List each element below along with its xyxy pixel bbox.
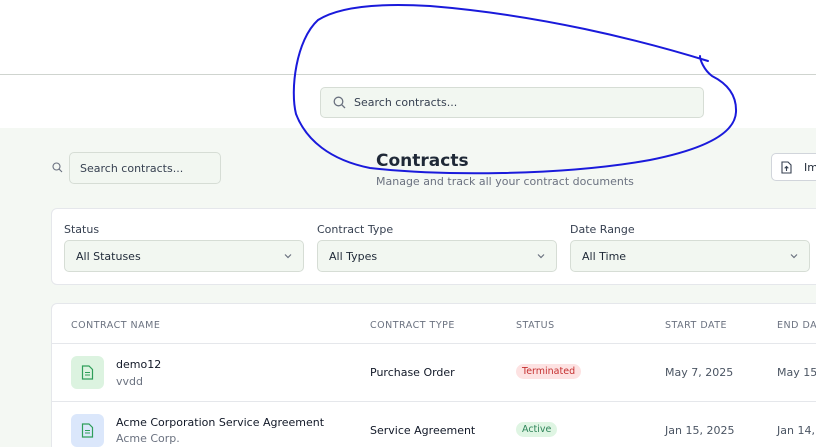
status-filter-select[interactable]: All Statuses xyxy=(64,240,304,272)
table-row[interactable]: Acme Corporation Service Agreement Acme … xyxy=(52,402,816,447)
column-header-status[interactable]: STATUS xyxy=(516,320,555,331)
column-header-type[interactable]: CONTRACT TYPE xyxy=(370,320,455,331)
contract-type: Service Agreement xyxy=(370,424,476,437)
contract-party: Acme Corp. xyxy=(116,432,180,445)
contracts-table: CONTRACT NAME CONTRACT TYPE STATUS START… xyxy=(51,303,816,447)
sidebar-search-placeholder: Search contracts... xyxy=(80,161,184,175)
status-filter-label: Status xyxy=(64,223,100,236)
date-filter-label: Date Range xyxy=(570,223,635,236)
type-filter-value: All Types xyxy=(329,249,378,263)
import-button-label: Im xyxy=(804,160,816,174)
date-filter-select[interactable]: All Time xyxy=(570,240,810,272)
start-date: May 7, 2025 xyxy=(665,366,734,379)
column-header-name[interactable]: CONTRACT NAME xyxy=(71,320,160,331)
type-filter-label: Contract Type xyxy=(317,223,394,236)
contract-name[interactable]: Acme Corporation Service Agreement xyxy=(116,416,324,429)
type-filter-select[interactable]: All Types xyxy=(317,240,557,272)
top-bar xyxy=(0,0,816,75)
chevron-down-icon xyxy=(537,254,545,259)
table-row[interactable]: demo12 vvdd Purchase Order Terminated Ma… xyxy=(52,344,816,402)
filter-card: Status All Statuses Contract Type All Ty… xyxy=(51,208,816,285)
search-icon xyxy=(333,96,346,109)
contract-type: Purchase Order xyxy=(370,366,455,379)
chevron-down-icon xyxy=(790,254,798,259)
date-filter-value: All Time xyxy=(582,249,627,263)
contract-name[interactable]: demo12 xyxy=(116,358,161,371)
status-filter-value: All Statuses xyxy=(76,249,141,263)
search-icon xyxy=(52,162,63,173)
chevron-down-icon xyxy=(284,254,292,259)
start-date: Jan 15, 2025 xyxy=(665,424,735,437)
import-button[interactable]: Im xyxy=(771,153,816,181)
end-date: May 15, 2025 xyxy=(777,366,816,379)
column-header-end-date[interactable]: END DATE xyxy=(777,320,816,331)
document-icon xyxy=(71,356,104,389)
sidebar-search-input[interactable]: Search contracts... xyxy=(69,152,221,184)
top-search-placeholder: Search contracts... xyxy=(354,96,458,109)
upload-file-icon xyxy=(781,160,792,174)
status-badge: Terminated xyxy=(516,364,582,379)
page-title: Contracts xyxy=(376,151,469,171)
status-badge: Active xyxy=(516,422,558,437)
contract-party: vvdd xyxy=(116,375,143,388)
document-icon xyxy=(71,414,104,447)
page-subtitle: Manage and track all your contract docum… xyxy=(376,175,634,188)
column-header-start-date[interactable]: START DATE xyxy=(665,320,727,331)
top-search-input[interactable]: Search contracts... xyxy=(320,87,704,118)
end-date: Jan 14, 2026 xyxy=(777,424,816,437)
